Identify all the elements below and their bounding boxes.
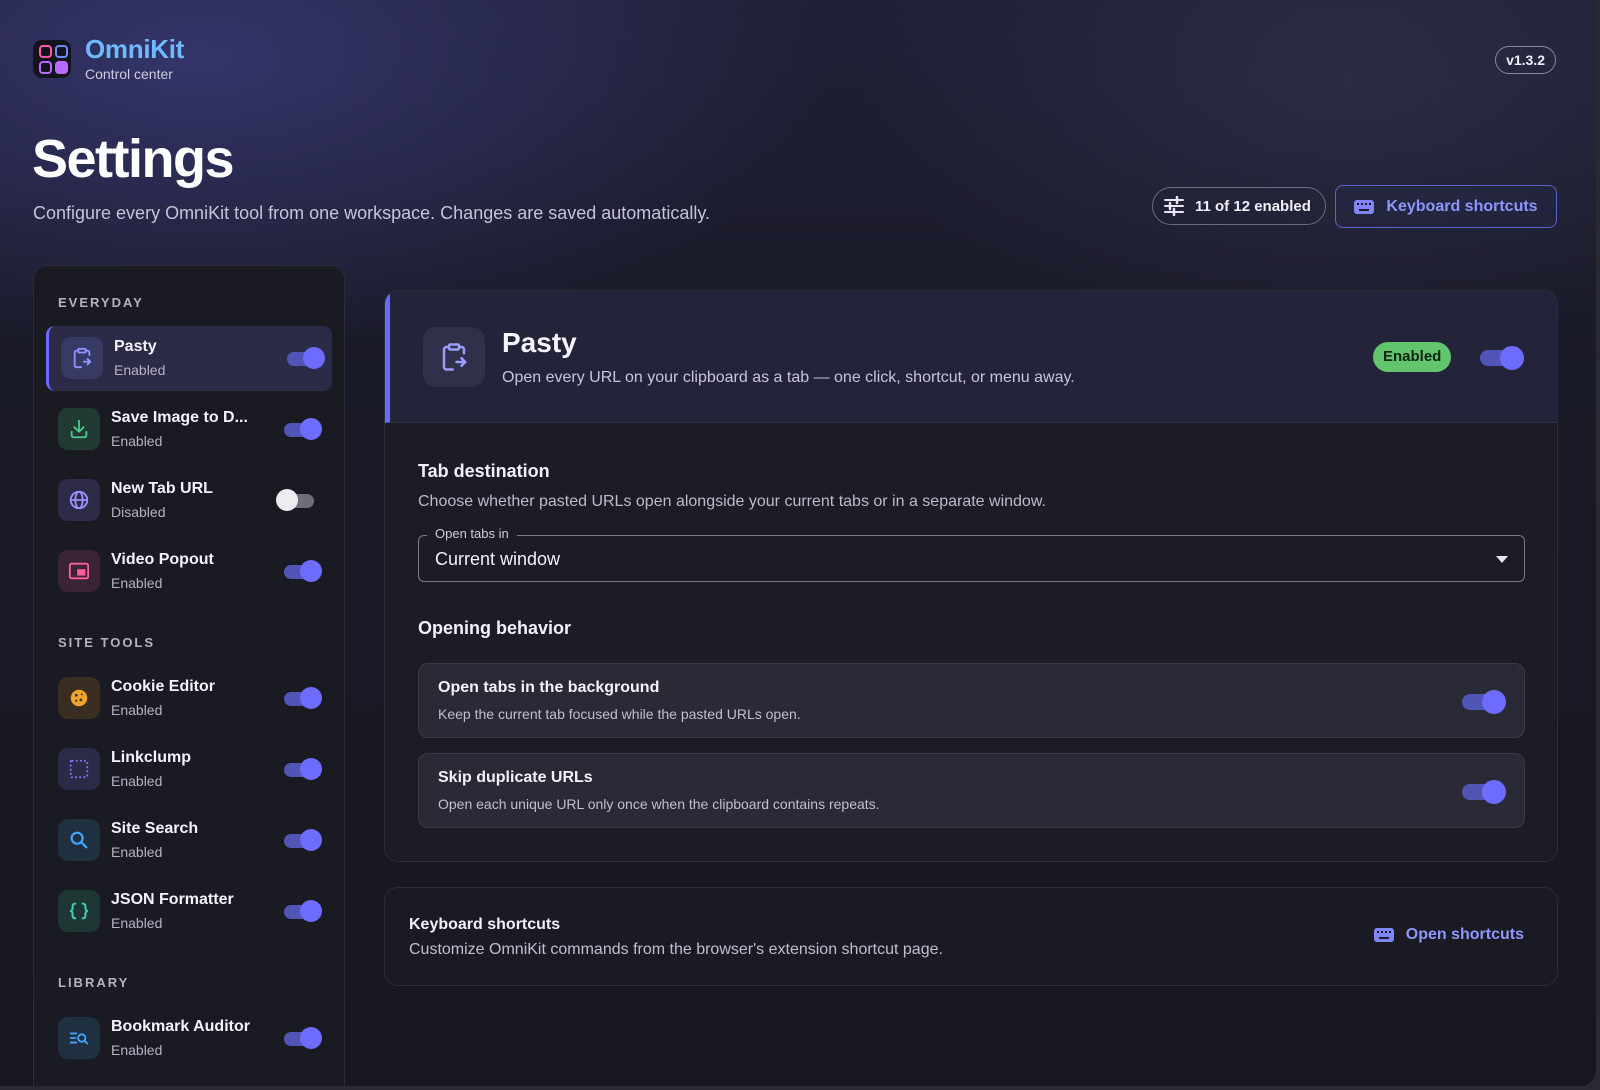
sidebar-item-status: Enabled	[111, 844, 163, 860]
brand: OmniKit Control center	[33, 35, 184, 82]
keyboard-shortcuts-button[interactable]: Keyboard shortcuts	[1335, 185, 1557, 228]
selection-icon	[58, 748, 100, 790]
site-search-toggle[interactable]	[284, 829, 322, 851]
sidebar-item-status: Enabled	[111, 773, 163, 789]
brand-name: OmniKit	[85, 34, 185, 64]
sidebar-item-name: Cookie Editor	[111, 678, 216, 695]
sidebar-item-name: Pasty	[114, 338, 157, 355]
cookie-editor-toggle[interactable]	[284, 687, 322, 709]
option-description: Open each unique URL only once when the …	[438, 796, 880, 812]
chevron-down-icon	[1496, 556, 1508, 563]
brand-subtitle: Control center	[85, 66, 173, 82]
sidebar-item-name: Video Popout	[111, 551, 214, 568]
page-description: Configure every OmniKit tool from one wo…	[33, 203, 710, 223]
json-formatter-toggle[interactable]	[284, 900, 322, 922]
cookie-icon	[58, 677, 100, 719]
sidebar-item-bookmark-auditor[interactable]: Bookmark Auditor Enabled	[46, 1006, 332, 1071]
select-label: Open tabs in	[427, 526, 517, 541]
globe-icon	[58, 479, 100, 521]
clipboard-icon	[423, 327, 485, 387]
bookmark-auditor-toggle[interactable]	[284, 1027, 322, 1049]
status-badge: Enabled	[1373, 342, 1452, 372]
braces-icon	[58, 890, 100, 932]
tool-settings-card: Pasty Open every URL on your clipboard a…	[384, 290, 1558, 862]
page-title: Settings	[32, 129, 235, 189]
sidebar-item-status: Enabled	[111, 575, 163, 591]
shortcuts-card-description: Customize OmniKit commands from the brow…	[409, 941, 943, 958]
clipboard-icon	[61, 337, 103, 379]
sidebar-item-cookie-editor[interactable]: Cookie Editor Enabled	[46, 666, 332, 731]
video-popout-toggle[interactable]	[284, 560, 322, 582]
sidebar-item-save-image[interactable]: Save Image to D... Enabled	[46, 397, 332, 462]
open-shortcuts-link[interactable]: Open shortcuts	[1373, 926, 1524, 944]
app-window: OmniKit Control center v1.3.2 Settings C…	[0, 0, 1596, 1086]
save-image-toggle[interactable]	[284, 418, 322, 440]
sidebar-item-site-search[interactable]: Site Search Enabled	[46, 808, 332, 873]
shortcuts-card-title: Keyboard shortcuts	[409, 916, 561, 933]
sidebar-item-video-popout[interactable]: Video Popout Enabled	[46, 539, 332, 604]
bookmark-search-icon	[58, 1017, 100, 1059]
sidebar-item-status: Enabled	[111, 915, 163, 931]
section-title-site-tools: SITE TOOLS	[58, 635, 156, 650]
option-description: Keep the current tab focused while the p…	[438, 706, 801, 722]
sliders-icon	[1164, 196, 1184, 216]
enabled-count-pill: 11 of 12 enabled	[1152, 187, 1326, 225]
sidebar-item-status: Enabled	[111, 1042, 163, 1058]
new-tab-url-toggle[interactable]	[276, 489, 314, 511]
skip-duplicates-toggle[interactable]	[1462, 780, 1506, 804]
sidebar-item-linkclump[interactable]: Linkclump Enabled	[46, 737, 332, 802]
sidebar-item-name: JSON Formatter	[111, 891, 234, 908]
sidebar-item-name: Site Search	[111, 820, 199, 837]
pasty-toggle[interactable]	[287, 347, 325, 369]
open-in-background-toggle[interactable]	[1462, 690, 1506, 714]
open-shortcuts-label: Open shortcuts	[1405, 926, 1524, 943]
open-tabs-in-select[interactable]: Open tabs in Current window	[418, 526, 1525, 582]
omnikit-logo-icon	[33, 39, 71, 78]
opening-behavior-title: Opening behavior	[418, 618, 572, 638]
tool-name: Pasty	[502, 327, 577, 358]
version-badge: v1.3.2	[1495, 46, 1556, 74]
sidebar-item-name: Linkclump	[111, 749, 192, 766]
linkclump-toggle[interactable]	[284, 758, 322, 780]
tool-header: Pasty Open every URL on your clipboard a…	[385, 291, 1557, 423]
option-skip-duplicates: Skip duplicate URLs Open each unique URL…	[418, 753, 1525, 828]
download-icon	[58, 408, 100, 450]
sidebar-item-pasty[interactable]: Pasty Enabled	[46, 326, 332, 391]
sidebar-item-status: Disabled	[111, 504, 166, 520]
sidebar-item-name: Bookmark Auditor	[111, 1018, 250, 1035]
keyboard-icon	[1354, 199, 1375, 214]
picture-in-picture-icon	[58, 550, 100, 592]
search-icon	[58, 819, 100, 861]
keyboard-shortcuts-card: Keyboard shortcuts Customize OmniKit com…	[384, 887, 1558, 986]
tab-destination-description: Choose whether pasted URLs open alongsid…	[418, 493, 1046, 510]
section-title-library: LIBRARY	[58, 975, 130, 990]
tab-destination-title: Tab destination	[418, 461, 550, 481]
sidebar-item-json-formatter[interactable]: JSON Formatter Enabled	[46, 879, 332, 944]
sidebar-item-status: Enabled	[114, 362, 166, 378]
enabled-count-label: 11 of 12 enabled	[1195, 197, 1311, 215]
sidebar: EVERYDAY Pasty Enabled Save Image to D..…	[33, 265, 345, 1086]
section-title-everyday: EVERYDAY	[58, 295, 144, 310]
select-value: Current window	[435, 549, 561, 569]
sidebar-item-name: New Tab URL	[111, 480, 213, 497]
keyboard-icon	[1373, 928, 1394, 942]
sidebar-item-name: Save Image to D...	[111, 409, 248, 426]
keyboard-shortcuts-label: Keyboard shortcuts	[1386, 197, 1538, 215]
sidebar-item-status: Enabled	[111, 433, 163, 449]
option-title: Open tabs in the background	[438, 679, 660, 696]
sidebar-item-new-tab-url[interactable]: New Tab URL Disabled	[46, 468, 332, 533]
tool-description: Open every URL on your clipboard as a ta…	[502, 369, 1075, 386]
option-open-in-background: Open tabs in the background Keep the cur…	[418, 663, 1525, 738]
tool-enable-toggle[interactable]	[1480, 346, 1524, 370]
option-title: Skip duplicate URLs	[438, 769, 593, 786]
sidebar-item-status: Enabled	[111, 702, 163, 718]
